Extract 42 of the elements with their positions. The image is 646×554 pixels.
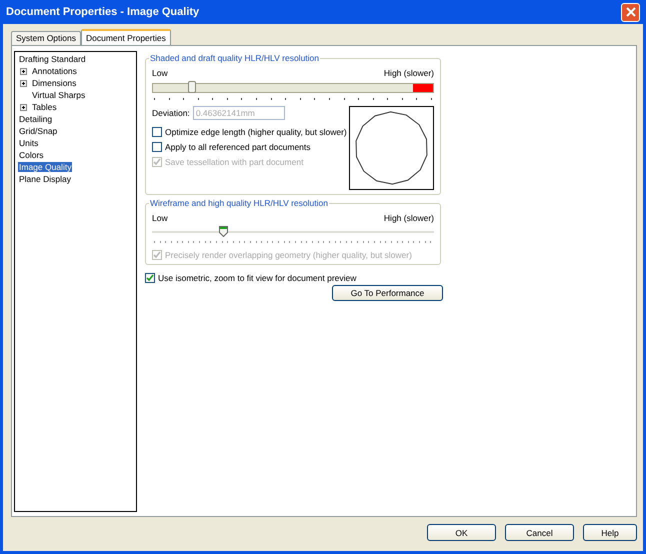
- slider-label: High (slower): [384, 68, 434, 78]
- tab[interactable]: Document Properties: [81, 29, 171, 45]
- tree-item[interactable]: Tables: [31, 102, 58, 112]
- slider-track[interactable]: [152, 226, 434, 238]
- tree-item[interactable]: Units: [18, 138, 40, 148]
- dialog-button[interactable]: OK: [427, 524, 496, 541]
- slider-label: Low: [152, 68, 168, 78]
- checkbox-label: Use isometric, zoom to fit view for document preview: [158, 273, 356, 283]
- checkbox[interactable]: [152, 127, 162, 137]
- tree-item[interactable]: Colors: [18, 150, 45, 160]
- tree-item[interactable]: Grid/Snap: [18, 126, 58, 136]
- tree-item[interactable]: Plane Display: [18, 174, 72, 184]
- checkbox-label: Optimize edge length (higher quality, but slower): [165, 127, 347, 137]
- tree-item[interactable]: Image Quality: [18, 162, 72, 172]
- performance-button[interactable]: Go To Performance: [332, 285, 443, 301]
- expand-icon[interactable]: [20, 104, 27, 110]
- slider-thumb[interactable]: [218, 226, 228, 237]
- tree-item[interactable]: Dimensions: [31, 78, 78, 88]
- close-button[interactable]: [621, 2, 640, 22]
- slider-label: High (slower): [384, 213, 434, 223]
- checkbox[interactable]: [152, 142, 162, 152]
- dialog-button[interactable]: Help: [583, 524, 637, 541]
- dialog-button[interactable]: Cancel: [505, 524, 574, 541]
- window-title: Document Properties - Image Quality: [6, 6, 200, 18]
- checkbox-label: Apply to all referenced part documents: [165, 142, 311, 152]
- slider-label: Low: [152, 213, 168, 223]
- tree-item[interactable]: Virtual Sharps: [31, 90, 86, 100]
- expand-icon[interactable]: [20, 68, 27, 74]
- group-title: Shaded and draft quality HLR/HLV resolution: [149, 53, 320, 63]
- checkbox-label: Precisely render overlapping geometry (higher quality, but slower): [165, 250, 412, 260]
- slider-thumb[interactable]: [188, 81, 196, 93]
- checkbox-label: Save tessellation with part document: [165, 157, 304, 167]
- close-icon: [626, 7, 636, 17]
- expand-icon[interactable]: [20, 80, 27, 86]
- field-label: Deviation:: [152, 108, 190, 118]
- tree-item[interactable]: Detailing: [18, 114, 54, 124]
- group-title: Wireframe and high quality HLR/HLV resolution: [149, 198, 329, 208]
- slider-track[interactable]: [152, 83, 434, 93]
- tree-item[interactable]: Drafting Standard: [18, 54, 87, 64]
- tab[interactable]: System Options: [11, 31, 81, 45]
- tree-item[interactable]: Annotations: [31, 66, 78, 76]
- checkbox[interactable]: [145, 273, 155, 283]
